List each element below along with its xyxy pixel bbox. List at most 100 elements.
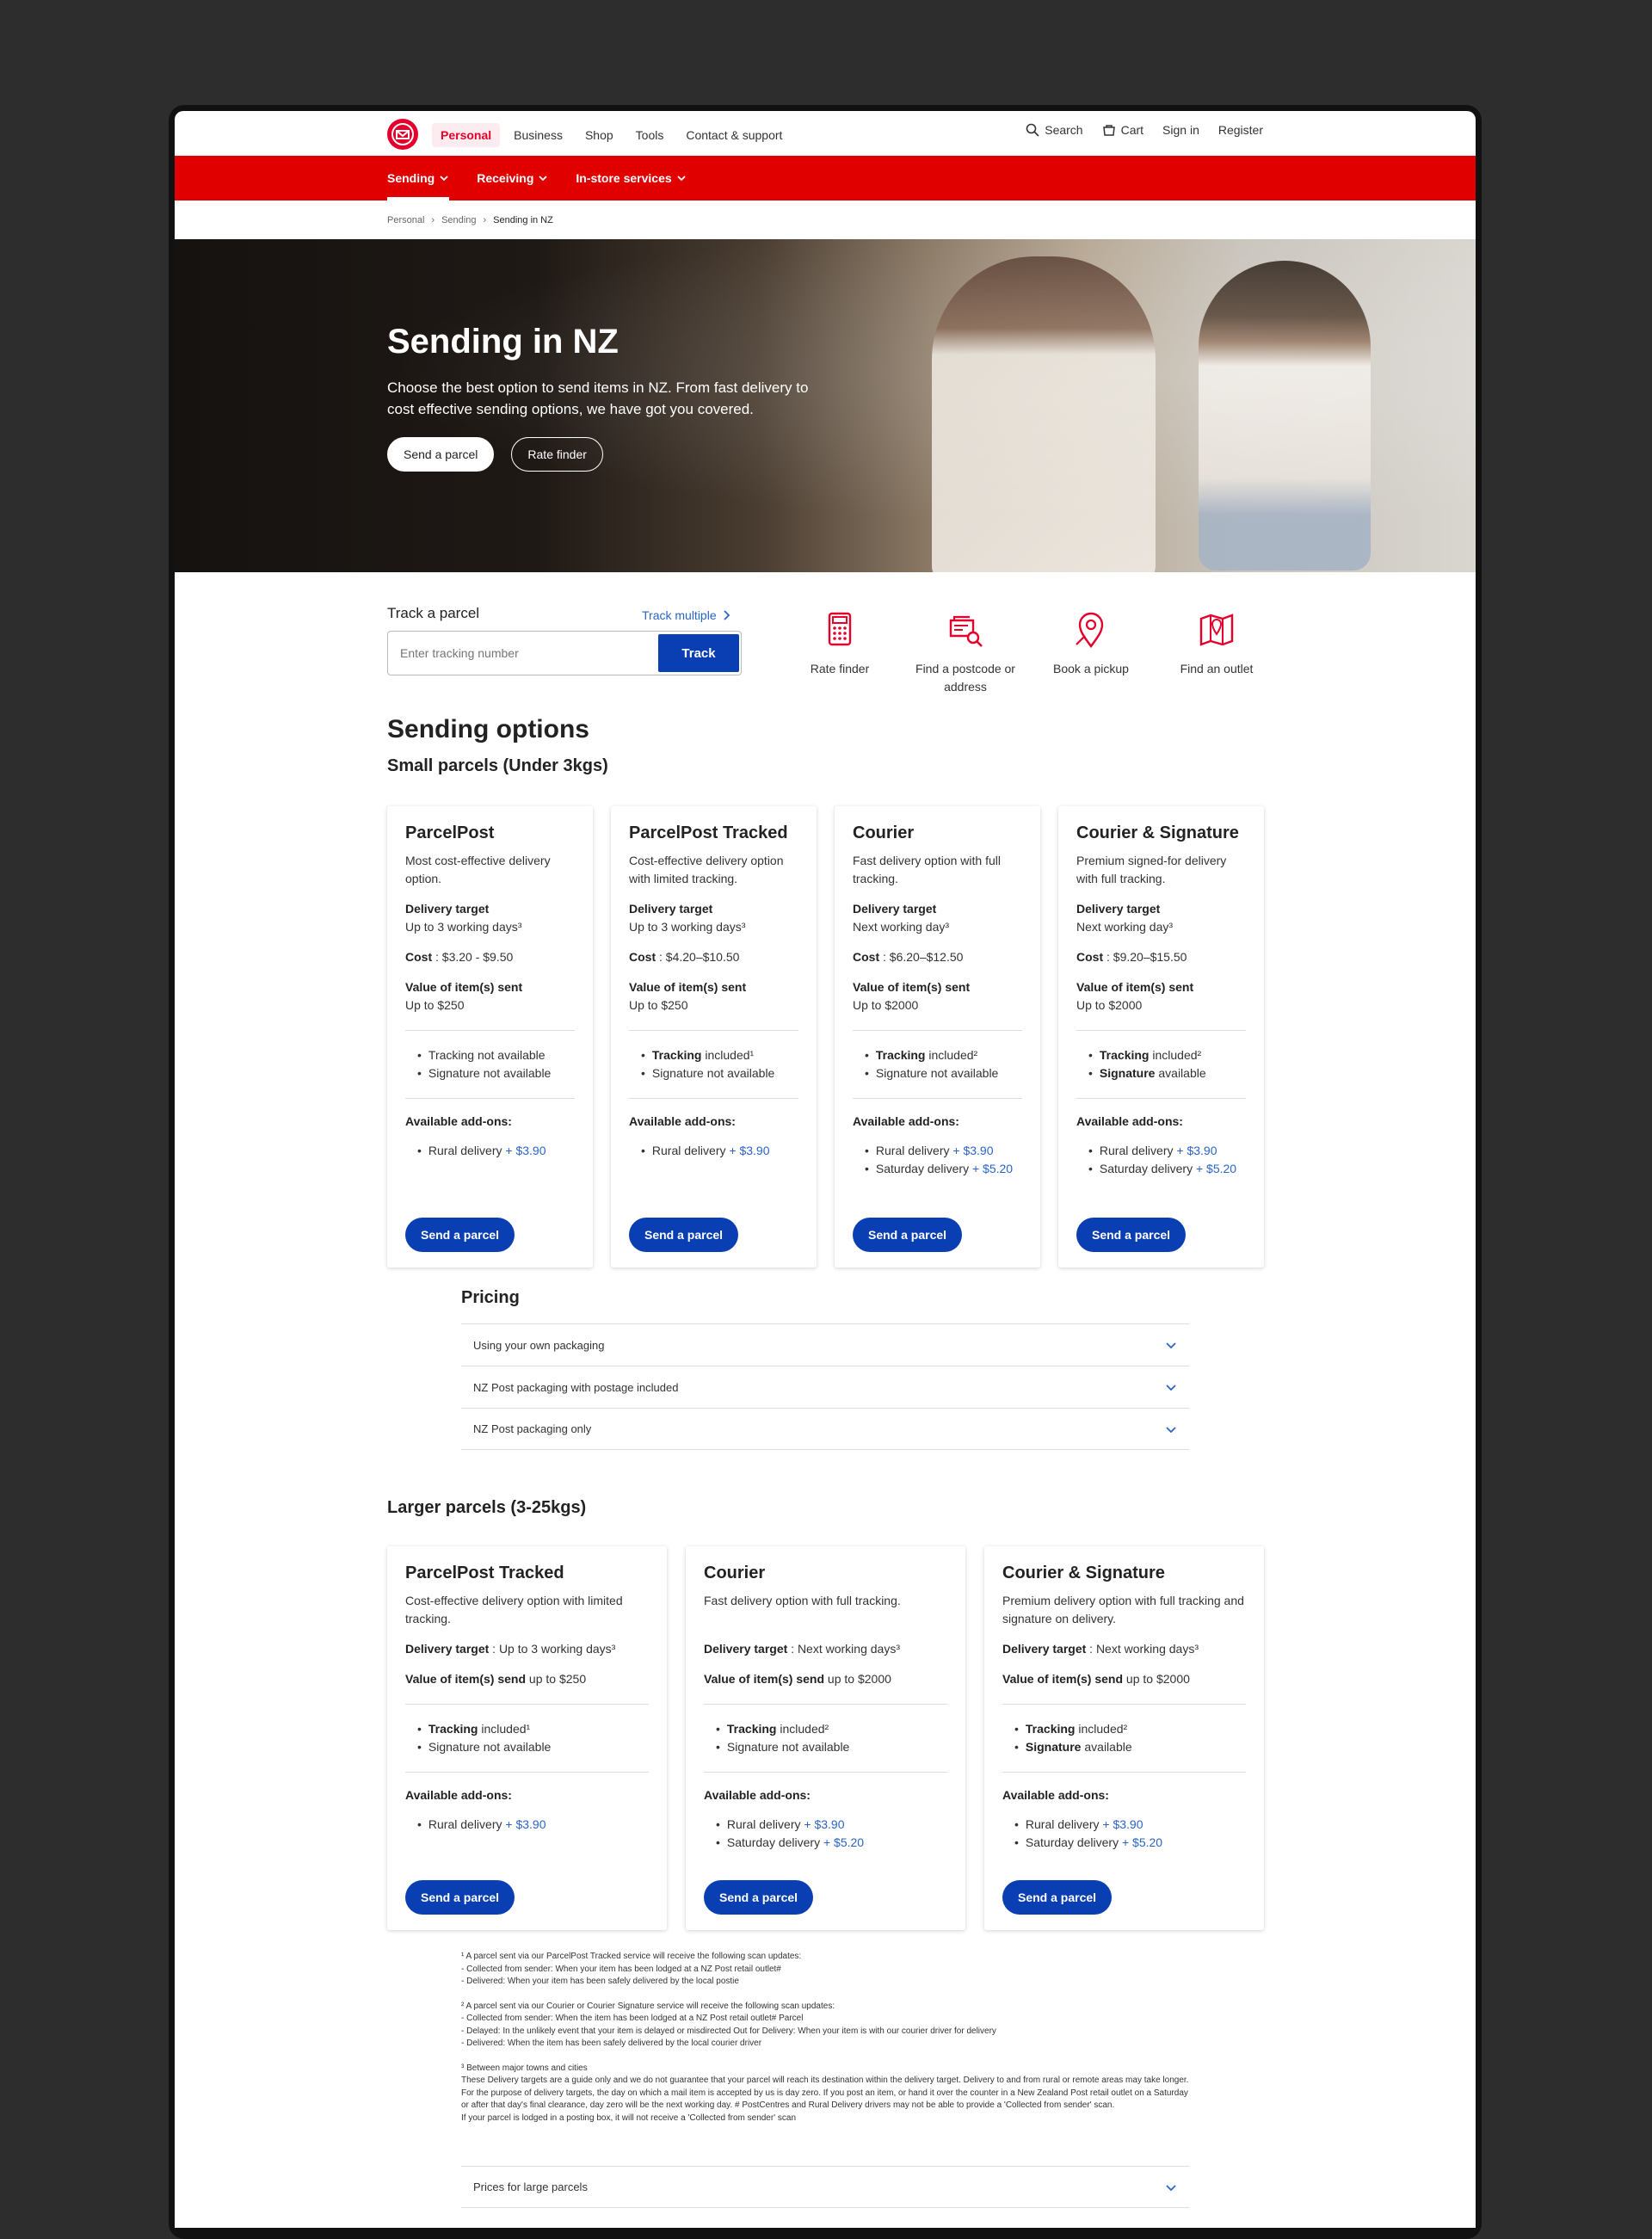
feature-signature: Signature available	[1014, 1738, 1246, 1756]
send-parcel-button[interactable]: Send a parcel	[853, 1218, 963, 1252]
addon-saturday: Saturday delivery + $5.20	[1014, 1834, 1246, 1852]
search-icon	[1026, 123, 1039, 137]
addons-label: Available add-ons:	[405, 1114, 512, 1128]
tool-book-pickup-label: Book a pickup	[1053, 662, 1129, 675]
delivery-target-value: : Up to 3 working days³	[489, 1642, 616, 1656]
service-card: ParcelPost Tracked Cost-effective delive…	[387, 1546, 667, 1930]
tool-find-postcode[interactable]: Find a postcode or address	[903, 610, 1028, 696]
send-parcel-button[interactable]: Send a parcel	[629, 1218, 739, 1252]
send-parcel-button[interactable]: Send a parcel	[405, 1218, 515, 1252]
tool-find-postcode-label: Find a postcode or address	[915, 662, 1015, 694]
nav-tools[interactable]: Tools	[627, 123, 673, 147]
accordion-own-packaging[interactable]: Using your own packaging	[461, 1323, 1189, 1366]
nav-personal[interactable]: Personal	[432, 123, 501, 147]
feature-text: included²	[1075, 1722, 1128, 1736]
hero-actions: Send a parcel Rate finder	[387, 437, 603, 472]
accordion-postage-included[interactable]: NZ Post packaging with postage included	[461, 1366, 1189, 1408]
feature-list: Tracking included¹ Signature not availab…	[405, 1720, 649, 1756]
delivery-target-value: : Next working days³	[787, 1642, 900, 1656]
addon-price: + $3.90	[1176, 1144, 1217, 1157]
addon-rural: Rural delivery + $3.90	[1088, 1142, 1246, 1160]
addon-name: Saturday delivery	[1025, 1835, 1122, 1849]
nav-contact-support[interactable]: Contact & support	[677, 123, 791, 147]
addon-saturday: Saturday delivery + $5.20	[716, 1834, 947, 1852]
addon-name: Saturday delivery	[1099, 1162, 1196, 1175]
subnav-instore-label: In-store services	[576, 171, 672, 185]
value-label: Value of item(s) sent	[1076, 980, 1194, 994]
map-outlet-icon	[1199, 614, 1234, 646]
track-button[interactable]: Track	[658, 634, 739, 672]
feature-list: Tracking included¹ Signature not availab…	[629, 1046, 798, 1082]
delivery-target: Delivery target Up to 3 working days³	[629, 900, 798, 936]
value-amount: Up to $250	[629, 998, 688, 1012]
addon-rural: Rural delivery + $3.90	[1014, 1816, 1246, 1834]
card-description: Premium delivery option with full tracki…	[1002, 1594, 1244, 1625]
chevron-down-icon	[1166, 1426, 1176, 1433]
large-parcel-cards: ParcelPost Tracked Cost-effective delive…	[387, 1546, 1264, 1930]
card-description: Most cost-effective delivery option.	[405, 854, 551, 885]
tracking-number-input[interactable]	[390, 646, 658, 660]
track-multiple-link[interactable]: Track multiple	[642, 608, 730, 622]
signin-link[interactable]: Sign in	[1162, 123, 1199, 137]
pickup-pin-icon	[1076, 612, 1104, 649]
card-description: Premium signed-for delivery with full tr…	[1076, 854, 1227, 885]
card-title: Courier	[853, 823, 915, 842]
subnav-instore[interactable]: In-store services	[576, 156, 686, 200]
feature-list: Tracking not available Signature not ava…	[405, 1046, 575, 1082]
secondary-nav-bar: Sending Receiving In-store services	[175, 156, 1476, 200]
cart-link[interactable]: Cart	[1102, 123, 1143, 137]
nav-business[interactable]: Business	[505, 123, 571, 147]
feature-text: available	[1155, 1066, 1206, 1080]
chevron-down-icon	[440, 176, 448, 182]
subnav-receiving-label: Receiving	[477, 171, 534, 185]
addon-price: + $3.90	[952, 1144, 994, 1157]
send-parcel-button[interactable]: Send a parcel	[1002, 1880, 1113, 1915]
addon-name: Rural delivery	[726, 1817, 804, 1831]
value-label: Value of item(s) send	[405, 1672, 527, 1686]
nzpost-logo[interactable]	[387, 119, 418, 150]
nav-shop[interactable]: Shop	[576, 123, 622, 147]
addon-name: Rural delivery	[1099, 1144, 1177, 1157]
search-link[interactable]: Search	[1026, 123, 1083, 137]
addon-price: + $5.20	[971, 1162, 1014, 1175]
value-sent: Value of item(s) sent Up to $2000	[853, 978, 1022, 1015]
delivery-target-value: Next working day³	[853, 920, 950, 934]
divider	[1076, 1030, 1246, 1031]
feature-bold: Tracking	[1025, 1722, 1076, 1736]
pricing-heading: Pricing	[461, 1288, 520, 1307]
cost-label: Cost	[1076, 950, 1104, 964]
search-label: Search	[1045, 123, 1083, 137]
hero-rate-finder-button[interactable]: Rate finder	[511, 437, 603, 472]
tool-find-outlet[interactable]: Find an outlet	[1154, 610, 1279, 696]
feature-bold: Signature	[1025, 1740, 1082, 1754]
card-description: Cost-effective delivery option with limi…	[405, 1594, 623, 1625]
accordion-large-parcel-prices[interactable]: Prices for large parcels	[461, 2166, 1189, 2208]
postcode-search-icon	[949, 615, 983, 647]
subnav-sending[interactable]: Sending	[387, 156, 450, 200]
accordion-packaging-only[interactable]: NZ Post packaging only	[461, 1408, 1189, 1450]
hero-send-parcel-button[interactable]: Send a parcel	[387, 437, 495, 472]
delivery-target: Delivery target : Next working days³	[704, 1640, 947, 1658]
addons-label: Available add-ons:	[1076, 1114, 1183, 1128]
tool-rate-finder[interactable]: Rate finder	[777, 610, 903, 696]
service-card: ParcelPost Tracked Cost-effective delive…	[611, 806, 817, 1268]
register-link[interactable]: Register	[1218, 123, 1263, 137]
value-amount: up to $2000	[1123, 1672, 1190, 1686]
send-parcel-button[interactable]: Send a parcel	[1076, 1218, 1187, 1252]
track-form: Track	[387, 631, 742, 675]
cart-label: Cart	[1120, 123, 1144, 137]
addon-saturday: Saturday delivery + $5.20	[865, 1160, 1022, 1178]
breadcrumb-separator: ›	[431, 215, 435, 225]
delivery-target: Delivery target Up to 3 working days³	[405, 900, 575, 936]
track-label: Track a parcel	[387, 605, 480, 621]
subnav-receiving[interactable]: Receiving	[477, 156, 548, 200]
value-sent: Value of item(s) send up to $2000	[1002, 1670, 1246, 1688]
top-navigation: Personal Business Shop Tools Contact & s…	[175, 111, 1476, 156]
send-parcel-button[interactable]: Send a parcel	[405, 1880, 515, 1915]
addons-list: Rural delivery + $3.90	[405, 1816, 649, 1834]
breadcrumb-sending[interactable]: Sending	[441, 215, 476, 225]
tool-book-pickup[interactable]: Book a pickup	[1028, 610, 1154, 696]
send-parcel-button[interactable]: Send a parcel	[704, 1880, 814, 1915]
delivery-target-value: Next working day³	[1076, 920, 1174, 934]
breadcrumb-personal[interactable]: Personal	[387, 215, 424, 225]
